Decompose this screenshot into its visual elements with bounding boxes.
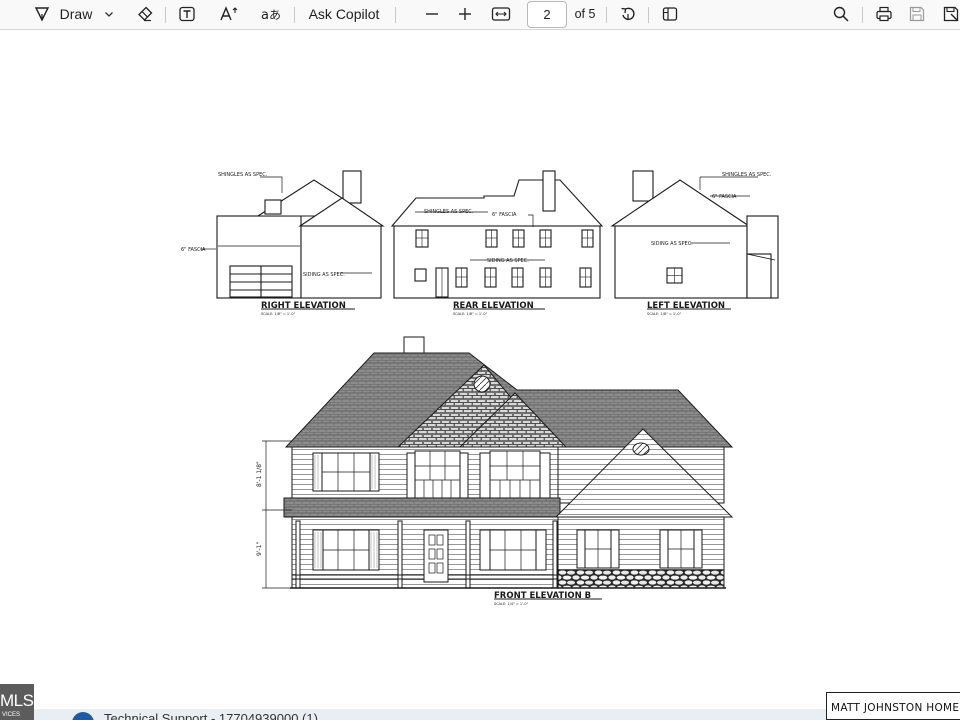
page-total-label: of 5 [574,7,596,21]
fit-width-icon[interactable] [489,0,513,28]
right-elevation-siding-note: SIDING AS SPEC. [303,272,345,278]
search-icon[interactable] [830,0,852,28]
toolbar-separator [294,7,295,23]
left-elevation-scale: SCALE: 1/8" = 1'-0" [647,312,682,316]
right-elevation-shingles-note: SHINGLES AS SPEC. [218,172,268,178]
draw-button[interactable]: Draw [58,0,94,28]
right-elevation-drawing [200,170,385,310]
rear-elevation-shingles-note: SHINGLES AS SPEC. [424,209,474,215]
right-elevation-fascia-note: 6" FASCIA [181,247,206,253]
rear-elevation-scale: SCALE: 1/8" = 1'-0" [453,312,488,316]
toolbar-separator [862,7,863,23]
page-number-input[interactable] [527,1,567,28]
draw-pen-icon[interactable] [30,0,54,28]
toolbar-separator [395,7,396,23]
pdf-toolbar: Draw aあ Ask Copilot of 5 [0,0,960,30]
toolbar-separator [606,7,607,23]
save-as-icon[interactable] [940,0,960,28]
toolbar-separator [648,7,649,23]
mls-logo-text: MLS [0,691,34,710]
left-elevation-shingles-note: SHINGLES AS SPEC. [722,172,772,178]
save-icon[interactable] [906,0,928,28]
left-elevation-fascia-note: 6" FASCIA [712,194,737,200]
text-size-icon[interactable] [218,0,242,28]
left-elevation-siding-note: SIDING AS SPEC. [651,241,693,247]
pdf-page: SHINGLES AS SPEC. 6" FASCIA SIDING AS SP… [0,31,960,689]
front-elevation-upper-dimension: 8'-1 1/8" [256,461,263,487]
mls-logo-subtext: VICES [2,712,21,718]
right-elevation-title: RIGHT ELEVATION [261,301,346,311]
rear-elevation-siding-note: SIDING AS SPEC. [487,258,529,264]
left-elevation-title: LEFT ELEVATION [647,301,725,311]
rotate-icon[interactable] [617,0,639,28]
front-elevation-title: FRONT ELEVATION B [494,591,591,601]
taskbar: Technical Support - 17704939000 (1) [34,709,826,720]
rear-elevation-fascia-note: 6" FASCIA [492,212,517,218]
title-block-text: MATT JOHNSTON HOMES [831,702,960,714]
zoom-out-icon[interactable] [422,0,442,28]
taskbar-item-label[interactable]: Technical Support - 17704939000 (1) [104,711,318,720]
front-elevation-drawing [262,336,734,600]
title-block: MATT JOHNSTON HOMES [826,692,960,720]
support-app-icon[interactable] [72,712,94,720]
left-elevation-drawing [610,170,779,310]
text-box-icon[interactable] [176,0,198,28]
rear-elevation-title: REAR ELEVATION [453,301,534,311]
page-view-icon[interactable] [659,0,681,28]
right-elevation-scale: SCALE: 1/8" = 1'-0" [261,312,296,316]
zoom-in-icon[interactable] [455,0,475,28]
toolbar-separator [165,7,166,23]
front-elevation-scale: SCALE: 1/4" = 1'-0" [494,602,529,606]
front-elevation-lower-dimension: 9'-1" [256,542,263,556]
svg-text:あ: あ [269,8,281,22]
eraser-icon[interactable] [134,0,156,28]
print-icon[interactable] [873,0,895,28]
ask-copilot-button[interactable]: Ask Copilot [306,0,382,28]
chevron-down-icon[interactable] [101,0,117,28]
rear-elevation-drawing [390,170,604,310]
svg-text:a: a [261,8,269,23]
translate-icon[interactable]: aあ [259,0,283,28]
mls-logo: MLS VICES [0,684,34,720]
